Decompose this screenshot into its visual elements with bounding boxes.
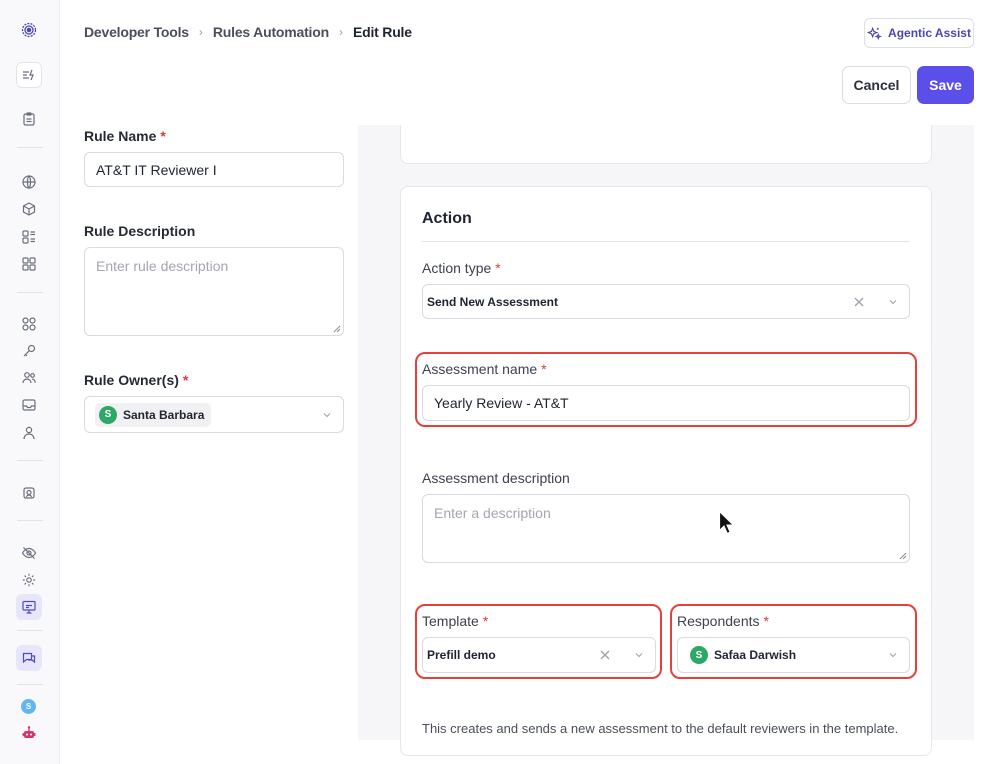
respondent-name: Safaa Darwish [714,648,797,662]
breadcrumb: Developer Tools › Rules Automation › Edi… [84,24,412,40]
chevron-down-icon[interactable] [888,650,898,660]
user-avatar[interactable]: S [21,699,36,714]
breadcrumb-developer-tools[interactable]: Developer Tools [84,24,189,40]
cancel-button[interactable]: Cancel [842,66,911,104]
rule-name-label: Rule Name * [84,128,166,144]
resize-grip-icon[interactable] [899,552,907,560]
action-title: Action [422,210,472,227]
required-asterisk: * [763,613,769,629]
rule-owner-label: Rule Owner(s) * [84,372,189,388]
globe-icon[interactable] [16,169,42,195]
mouse-cursor-icon [718,510,735,535]
agentic-assist-button[interactable]: Agentic Assist [864,18,974,48]
rail-divider [17,520,43,521]
assessment-name-label: Assessment name * [422,361,547,377]
resize-grip-icon[interactable] [333,325,341,333]
respondent-chip[interactable]: S Safaa Darwish [688,643,803,667]
save-button[interactable]: Save [917,66,974,104]
rule-description-label: Rule Description [84,223,196,239]
rule-description-textarea[interactable]: Enter rule description [84,247,344,336]
template-label: Template * [422,613,489,629]
template-value: Prefill demo [427,648,496,662]
action-type-label: Action type * [422,260,501,276]
clipboard-icon[interactable] [16,106,42,132]
rule-description-placeholder: Enter rule description [96,258,229,274]
required-asterisk: * [541,361,547,377]
icon-rail: S [0,0,60,764]
required-asterisk: * [160,128,166,144]
rail-divider [17,292,43,293]
assessment-description-placeholder: Enter a description [434,505,551,521]
rail-divider [17,630,43,631]
chevron-down-icon[interactable] [322,410,332,420]
template-select[interactable]: Prefill demo [422,637,656,673]
users-icon[interactable] [16,365,42,391]
chat-icon[interactable] [16,645,42,671]
key-icon[interactable] [16,338,42,364]
settings-icon[interactable] [16,567,42,593]
logo-icon[interactable] [16,17,42,43]
action-type-value: Send New Assessment [427,294,558,309]
rail-divider [17,460,43,461]
apps-list-icon[interactable] [16,224,42,250]
automation-icon[interactable] [16,62,42,88]
person-icon[interactable] [16,420,42,446]
breadcrumb-rules-automation[interactable]: Rules Automation [213,24,329,40]
sparkle-icon [867,26,882,40]
grid-icon[interactable] [16,251,42,277]
rail-divider [17,684,43,685]
rail-divider [17,147,43,148]
rule-owner-select[interactable]: S Santa Barbara [84,396,344,433]
chevron-down-icon[interactable] [634,650,644,660]
cube-icon[interactable] [16,196,42,222]
action-type-select[interactable]: Send New Assessment [422,284,910,319]
assessment-description-textarea[interactable]: Enter a description [422,494,910,563]
owner-avatar: S [99,405,117,424]
clear-icon[interactable] [599,649,611,661]
eye-off-icon[interactable] [16,540,42,566]
previous-card [400,125,932,164]
owner-chip[interactable]: S Santa Barbara [95,402,212,427]
assessment-description-label: Assessment description [422,470,570,486]
chevron-right-icon: › [198,25,203,39]
chevron-down-icon[interactable] [888,297,898,307]
action-footnote: This creates and sends a new assessment … [422,721,899,736]
divider [422,241,910,242]
integrations-icon[interactable] [16,311,42,337]
respondent-avatar: S [690,646,708,664]
chevron-right-icon: › [338,25,343,39]
breadcrumb-current: Edit Rule [352,24,412,40]
inbox-icon[interactable] [16,392,42,418]
presentation-icon[interactable] [16,594,42,620]
required-asterisk: * [495,260,501,276]
clear-icon[interactable] [853,296,865,308]
respondents-label: Respondents * [677,613,769,629]
required-asterisk: * [482,613,489,629]
required-asterisk: * [182,372,189,388]
owner-name: Santa Barbara [123,407,205,422]
assessment-name-input[interactable]: Yearly Review - AT&T [422,385,910,421]
robot-icon[interactable] [16,720,42,746]
agentic-assist-label: Agentic Assist [888,26,971,40]
rule-name-input[interactable]: AT&T IT Reviewer I [84,152,344,187]
respondents-select[interactable]: S Safaa Darwish [677,637,910,673]
vendor-icon[interactable] [16,480,42,506]
